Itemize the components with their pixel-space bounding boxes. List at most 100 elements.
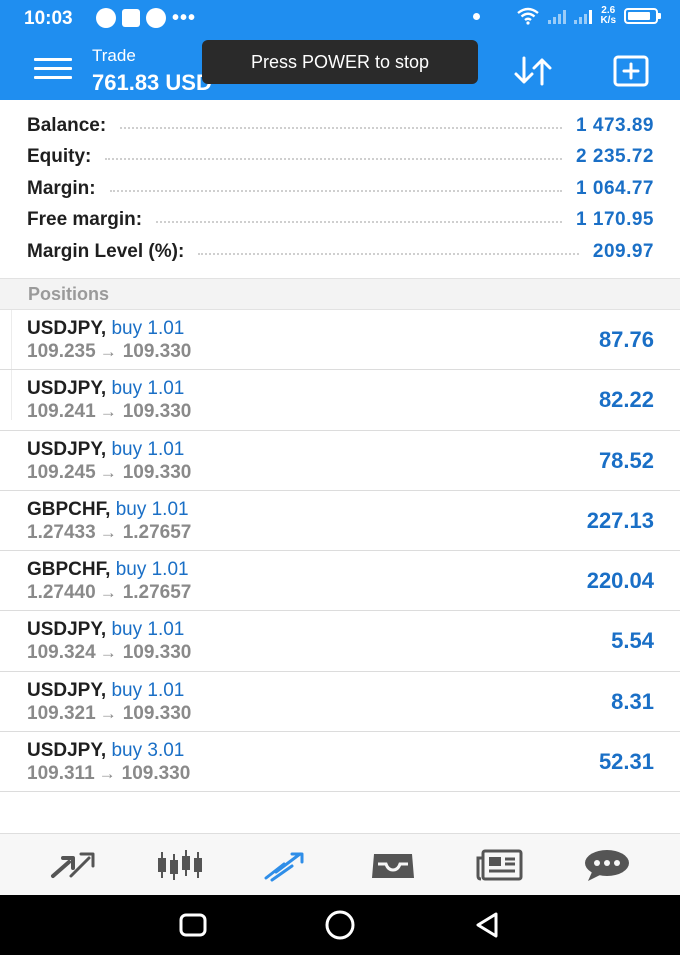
recent-apps-icon [179, 913, 207, 937]
position-profit: 82.22 [598, 387, 654, 413]
position-symbol: GBPCHF, [27, 498, 111, 520]
summary-value: 1 170.95 [576, 209, 654, 231]
position-type: buy 1.01 [111, 318, 185, 339]
position-symbol: USDJPY, [27, 318, 107, 339]
summary-margin-level: Margin Level (%): 209.97 [0, 236, 680, 268]
positions-list: USDJPY, buy 1.01 109.235 → 109.330 87.76 U… [0, 310, 680, 793]
nav-news[interactable] [472, 844, 528, 886]
home-button[interactable] [320, 905, 360, 945]
current-price: 109.330 [121, 763, 191, 785]
chat-icon [146, 8, 166, 28]
summary-value: 1 473.89 [576, 114, 654, 136]
current-price: 109.330 [122, 702, 192, 724]
summary-value: 209.97 [592, 240, 654, 262]
price-arrow: → [99, 703, 117, 723]
price-arrow: → [99, 462, 117, 482]
position-profit: 8.31 [611, 688, 654, 714]
page-title: Trade [92, 46, 136, 65]
current-price: 109.330 [122, 401, 192, 423]
position-profit: 52.31 [598, 749, 654, 775]
new-order-button[interactable] [612, 54, 650, 88]
position-row[interactable]: USDJPY, buy 1.01 109.321 → 109.330 8.31 [0, 672, 680, 733]
position-profit: 78.52 [598, 447, 654, 473]
position-row[interactable]: USDJPY, buy 1.01 109.324 → 109.330 5.54 [0, 611, 680, 672]
status-time: 10:03 [24, 8, 73, 29]
top-bar: 10:03 ••• 2.6 K/s Trade 761.83 USD Press… [0, 0, 680, 100]
signal-1-icon [548, 8, 567, 24]
position-profit: 220.04 [586, 568, 654, 594]
menu-icon [34, 58, 72, 61]
recent-apps-button[interactable] [173, 905, 213, 945]
open-price: 109.241 [27, 401, 96, 423]
position-row[interactable]: USDJPY, buy 1.01 109.245 → 109.330 78.52 [0, 431, 680, 491]
position-type: buy 1.01 [111, 378, 185, 400]
position-symbol: USDJPY, [27, 438, 107, 460]
trade-icon [264, 852, 304, 881]
status-bar: 10:03 ••• 2.6 K/s [0, 0, 680, 38]
open-price: 109.245 [27, 461, 96, 483]
current-price: 109.330 [122, 461, 192, 483]
back-button[interactable] [467, 905, 507, 945]
position-symbol: USDJPY, [27, 619, 107, 641]
position-profit: 87.76 [598, 327, 654, 352]
position-symbol: USDJPY, [27, 740, 107, 762]
menu-button[interactable] [34, 58, 72, 82]
open-price: 1.27433 [27, 521, 96, 543]
account-summary: Balance: 1 473.89 Equity: 2 235.72 Margi… [0, 110, 680, 268]
quotes-icon [51, 852, 95, 878]
summary-label: Balance: [27, 114, 107, 136]
toast-message: Press POWER to stop [202, 40, 478, 84]
nav-history[interactable] [365, 844, 421, 886]
new-order-icon [613, 55, 649, 87]
summary-value: 2 235.72 [576, 146, 654, 168]
open-price: 109.311 [27, 763, 95, 785]
nav-messages[interactable] [579, 844, 635, 886]
wifi-icon [517, 7, 540, 25]
position-symbol: GBPCHF, [27, 559, 111, 581]
dotted-leader [120, 126, 563, 129]
back-icon [476, 912, 498, 938]
current-price: 1.27657 [122, 521, 192, 543]
position-row[interactable]: USDJPY, buy 3.01 109.311 → 109.330 52.31 [0, 732, 680, 793]
open-price: 109.321 [27, 702, 96, 724]
history-icon [372, 853, 415, 878]
dotted-leader [109, 189, 563, 192]
messages-icon [584, 849, 629, 881]
position-profit: 5.54 [611, 628, 654, 654]
net-speed: 2.6 K/s [600, 6, 616, 26]
sort-button[interactable] [508, 54, 558, 88]
summary-free-margin: Free margin: 1 170.95 [0, 205, 680, 237]
position-type: buy 1.01 [111, 679, 185, 701]
summary-label: Margin: [27, 177, 96, 199]
position-type: buy 1.01 [115, 559, 189, 581]
dotted-leader [198, 252, 579, 255]
summary-value: 1 064.77 [576, 177, 654, 199]
bottom-navigation [0, 833, 680, 895]
current-price: 109.330 [122, 642, 192, 664]
position-type: buy 1.01 [115, 498, 189, 520]
summary-balance: Balance: 1 473.89 [0, 110, 680, 142]
position-row[interactable]: USDJPY, buy 1.01 109.235 → 109.330 87.76 [0, 310, 680, 371]
position-profit: 227.13 [586, 507, 654, 533]
nav-chart[interactable] [152, 844, 208, 886]
dotted-leader [156, 221, 563, 224]
notification-dot-icon [473, 12, 481, 20]
summary-label: Free margin: [27, 209, 143, 231]
position-row[interactable]: GBPCHF, buy 1.01 1.27440 → 1.27657 220.04 [0, 551, 680, 612]
summary-equity: Equity: 2 235.72 [0, 142, 680, 174]
header-profit: 761.83 USD [92, 70, 212, 95]
dotted-leader [105, 158, 563, 161]
position-row[interactable]: GBPCHF, buy 1.01 1.27433 → 1.27657 227.13 [0, 491, 680, 552]
open-price: 109.324 [27, 642, 96, 664]
position-row[interactable]: USDJPY, buy 1.01 109.241 → 109.330 82.22 [0, 370, 680, 431]
nav-quotes[interactable] [45, 844, 101, 886]
message-icon [122, 9, 140, 27]
price-arrow: → [99, 583, 117, 603]
open-price: 1.27440 [27, 582, 96, 604]
price-arrow: → [99, 643, 117, 663]
home-icon [325, 910, 355, 940]
position-type: buy 1.01 [111, 619, 185, 641]
notification-icons: ••• [96, 8, 196, 28]
status-right: 2.6 K/s [473, 6, 661, 26]
nav-trade[interactable] [259, 844, 315, 886]
